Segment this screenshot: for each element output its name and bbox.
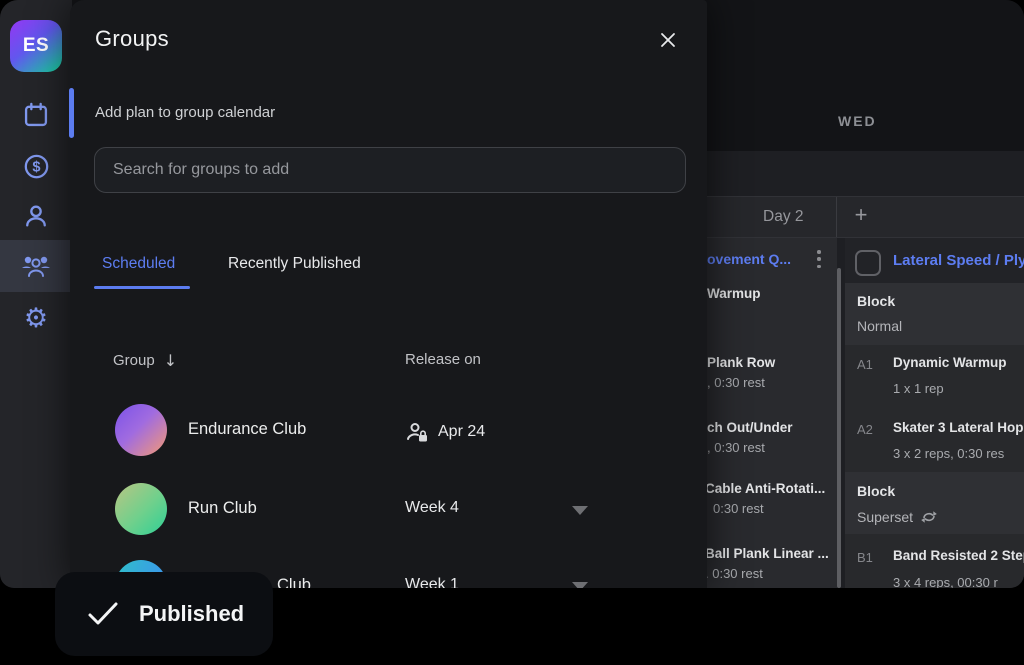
workout-card-header: Lateral Speed / Plyo — [845, 238, 1024, 283]
kebab-menu-icon[interactable] — [812, 248, 826, 270]
release-value: Week 4 — [405, 499, 459, 517]
chevron-down-icon[interactable] — [572, 582, 588, 588]
close-icon — [660, 32, 676, 48]
close-button[interactable] — [654, 26, 682, 54]
tab-scheduled[interactable]: Scheduled — [102, 255, 175, 273]
exercise-name: Warmup — [707, 286, 761, 301]
gear-icon: ⚙ — [24, 305, 48, 332]
block-mode-text: Normal — [857, 318, 902, 334]
chevron-down-icon[interactable] — [572, 506, 588, 515]
dollar-icon: $ — [23, 153, 50, 180]
exercise-tag: A2 — [857, 422, 873, 437]
exercise-detail: 1 x 1 rep — [893, 381, 944, 396]
workout-card-lateral-speed[interactable]: Lateral Speed / Plyo Block Normal A1 Dyn… — [845, 238, 1024, 588]
exercise-name: Plank Row — [707, 355, 775, 370]
column-header-release-on: Release on — [405, 351, 481, 368]
person-lock-icon — [405, 420, 429, 444]
exercise-item: Ball Plank Linear ... . 0:30 rest — [705, 546, 829, 581]
day-2-label: Day 2 — [763, 208, 804, 226]
group-name: Club — [277, 576, 311, 588]
workout-card-title[interactable]: ovement Q... — [707, 251, 807, 267]
screenshot-canvas: WED Day 2 + ovement Q... Warmup Plank Ro… — [0, 0, 1024, 665]
block-mode-text: Superset — [857, 509, 913, 525]
workout-card-movement[interactable]: ovement Q... Warmup Plank Row , 0:30 res… — [700, 238, 837, 588]
exercise-item: ch Out/Under , 0:30 rest — [707, 420, 793, 455]
column-header-group-label: Group — [113, 352, 155, 369]
groups-icon — [20, 252, 52, 280]
active-tab-underline — [94, 286, 190, 289]
exercise-name: Dynamic Warmup — [893, 355, 1007, 370]
release-value: Week 1 — [405, 576, 459, 588]
exercise-tag: A1 — [857, 357, 873, 372]
sidebar: ES $ — [0, 0, 72, 588]
sidebar-item-clients[interactable] — [0, 190, 72, 242]
sidebar-item-settings[interactable]: ⚙ — [0, 292, 72, 344]
exercise-name: Cable Anti-Rotati... — [705, 481, 825, 496]
sidebar-item-billing[interactable]: $ — [0, 140, 72, 192]
exercise-name: Skater 3 Lateral Hop — [893, 420, 1024, 435]
day-row-divider — [836, 197, 837, 237]
modal-subtitle: Add plan to group calendar — [95, 104, 275, 121]
app-window: WED Day 2 + ovement Q... Warmup Plank Ro… — [0, 0, 1024, 588]
calendar-subheader-band — [700, 151, 1024, 196]
exercise-item: Cable Anti-Rotati... 0:30 rest — [705, 481, 825, 516]
group-release-week: Week 1 — [405, 576, 459, 588]
group-name: Endurance Club — [188, 420, 306, 439]
superset-cycle-icon — [921, 510, 937, 524]
block-band: Block Superset — [845, 472, 1024, 534]
block-mode: Superset — [857, 509, 937, 525]
svg-text:$: $ — [32, 159, 40, 175]
toast-label: Published — [139, 601, 244, 627]
exercise-tag: B1 — [857, 550, 873, 565]
checkmark-icon — [87, 601, 119, 627]
group-release-week: Week 4 — [405, 499, 459, 517]
sidebar-item-calendar[interactable] — [0, 89, 72, 141]
group-row-endurance-club[interactable]: Endurance Club Apr 24 — [70, 404, 707, 460]
sidebar-item-groups[interactable] — [0, 240, 72, 292]
published-toast: Published — [55, 572, 273, 656]
exercise-detail: , 0:30 rest — [707, 375, 775, 390]
exercise-detail: 0:30 rest — [705, 501, 825, 516]
active-nav-indicator — [69, 88, 74, 138]
add-workout-button[interactable]: + — [848, 203, 874, 229]
block-label: Block — [857, 483, 895, 499]
workout-card-title[interactable]: Lateral Speed / Plyo — [893, 252, 1024, 269]
block-band: Block Normal — [845, 283, 1024, 345]
exercise-item: Warmup — [707, 286, 761, 301]
sort-descending-icon: ↓ — [164, 351, 177, 370]
avatar[interactable]: ES — [10, 20, 62, 72]
tab-recently-published[interactable]: Recently Published — [228, 255, 361, 273]
exercise-detail: , 0:30 rest — [707, 440, 793, 455]
block-mode: Normal — [857, 318, 902, 334]
block-label: Block — [857, 293, 895, 309]
group-avatar — [115, 483, 167, 535]
exercise-name: Band Resisted 2 Step — [893, 548, 1024, 563]
group-row-run-club[interactable]: Run Club Week 4 — [70, 483, 707, 539]
person-icon — [22, 202, 50, 230]
group-avatar — [115, 404, 167, 456]
column-header-group[interactable]: Group ↓ — [113, 351, 177, 370]
group-name: Run Club — [188, 499, 257, 518]
exercise-item: Plank Row , 0:30 rest — [707, 355, 775, 390]
exercise-name: Ball Plank Linear ... — [705, 546, 829, 561]
exercise-detail: . 0:30 rest — [705, 566, 829, 581]
calendar-icon — [22, 101, 50, 129]
exercise-detail: 3 x 2 reps, 0:30 res — [893, 446, 1004, 461]
group-release-date: Apr 24 — [405, 420, 485, 444]
groups-modal: Groups Add plan to group calendar Schedu… — [70, 0, 707, 588]
workout-checkbox[interactable] — [855, 250, 881, 276]
exercise-detail: 3 x 4 reps, 00:30 r — [893, 575, 998, 588]
release-value: Apr 24 — [438, 423, 485, 441]
exercise-name: ch Out/Under — [707, 420, 793, 435]
weekday-header: WED — [838, 113, 877, 129]
search-input[interactable] — [94, 147, 686, 193]
vertical-scrollbar[interactable] — [837, 268, 841, 588]
modal-title: Groups — [95, 26, 169, 52]
